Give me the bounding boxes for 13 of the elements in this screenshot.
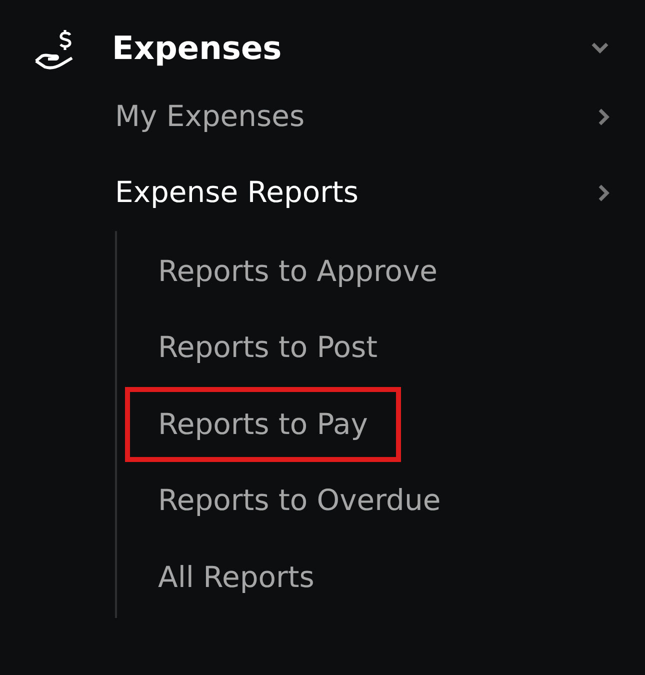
menu-item-label: Expense Reports: [115, 174, 360, 212]
menu-item[interactable]: My Expenses: [0, 79, 645, 155]
menu-item[interactable]: Expense Reports: [0, 155, 645, 231]
submenu-item[interactable]: Reports to Overdue: [125, 463, 474, 538]
chevron-right-icon: [598, 183, 610, 203]
submenu-item[interactable]: Reports to Approve: [125, 234, 470, 309]
submenu-item[interactable]: Reports to Post: [125, 310, 410, 386]
submenu-item[interactable]: Reports to Pay: [125, 386, 401, 462]
section-header[interactable]: Expenses: [0, 17, 645, 79]
submenu-item[interactable]: All Reports: [125, 540, 348, 615]
section-title: Expenses: [112, 28, 283, 69]
chevron-right-icon: [598, 107, 610, 127]
menu-item-label: My Expenses: [115, 98, 306, 136]
